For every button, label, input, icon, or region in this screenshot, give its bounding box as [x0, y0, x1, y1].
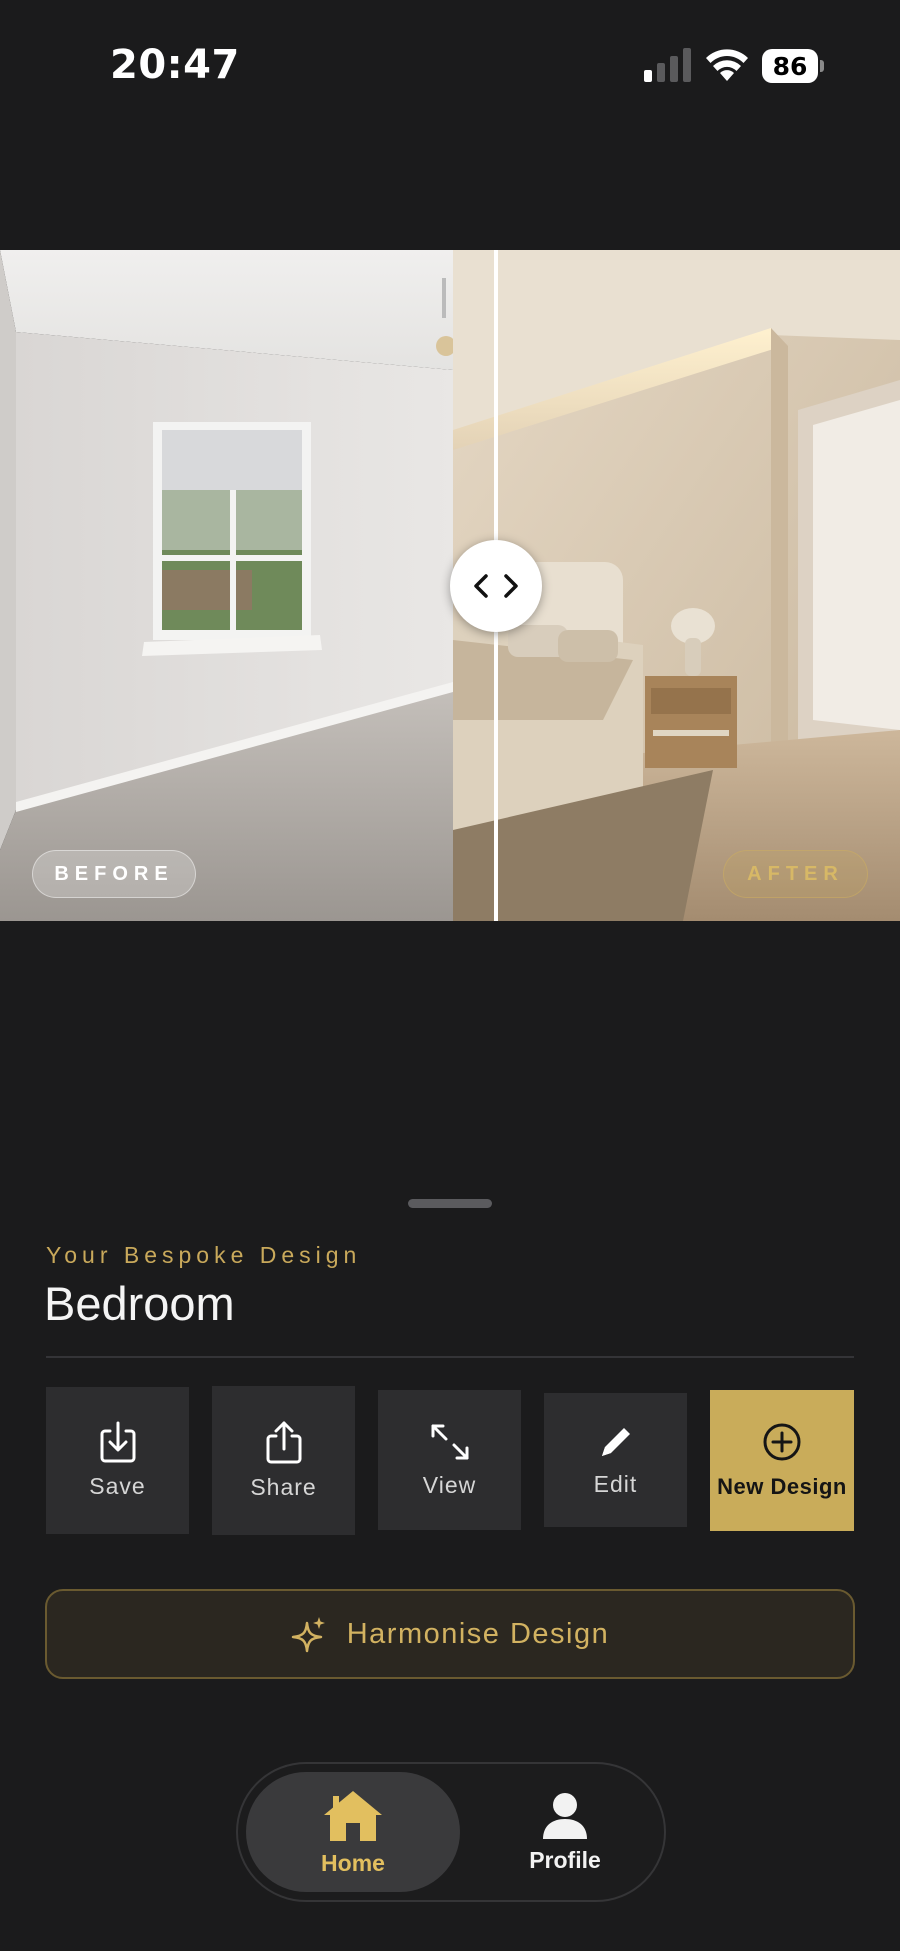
view-button[interactable]: View [378, 1390, 521, 1530]
harmonise-design-button[interactable]: Harmonise Design [45, 1589, 855, 1679]
before-label: BEFORE [32, 850, 196, 898]
battery-indicator: 86 [762, 49, 824, 83]
share-label: Share [250, 1474, 317, 1500]
new-design-label: New Design [717, 1473, 847, 1499]
download-icon [100, 1421, 135, 1463]
before-after-comparison[interactable]: BEFORE AFTER [0, 250, 900, 921]
share-icon [266, 1421, 301, 1464]
share-button[interactable]: Share [212, 1386, 355, 1535]
status-bar: 20:47 86 [0, 0, 900, 130]
room-title: Bedroom [44, 1277, 235, 1330]
tab-home-label: Home [321, 1849, 385, 1876]
after-label: AFTER [723, 850, 868, 898]
wifi-icon [706, 49, 748, 81]
new-design-button[interactable]: New Design [710, 1390, 854, 1531]
home-icon [324, 1790, 382, 1841]
sparkle-icon [291, 1617, 325, 1653]
before-image [0, 250, 453, 921]
edit-label: Edit [593, 1470, 638, 1497]
tab-bar: Home Profile [236, 1762, 666, 1902]
design-eyebrow: Your Bespoke Design [46, 1242, 362, 1268]
tab-home[interactable]: Home [246, 1772, 460, 1892]
pencil-icon [601, 1427, 630, 1456]
person-icon [543, 1792, 587, 1839]
expand-icon [431, 1424, 468, 1459]
tab-profile[interactable]: Profile [470, 1772, 660, 1892]
cellular-signal-icon [644, 48, 691, 82]
save-button[interactable]: Save [46, 1387, 189, 1534]
edit-button[interactable]: Edit [544, 1393, 687, 1527]
status-time: 20:47 [110, 42, 240, 88]
tab-profile-label: Profile [529, 1846, 601, 1873]
sheet-grabber[interactable] [408, 1199, 492, 1208]
view-label: View [422, 1471, 477, 1498]
save-label: Save [89, 1473, 146, 1499]
battery-level: 86 [772, 51, 808, 81]
harmonise-label: Harmonise Design [346, 1617, 610, 1650]
divider [46, 1356, 854, 1358]
chevron-left-right-icon[interactable] [450, 540, 542, 632]
plus-circle-icon [763, 1423, 801, 1460]
